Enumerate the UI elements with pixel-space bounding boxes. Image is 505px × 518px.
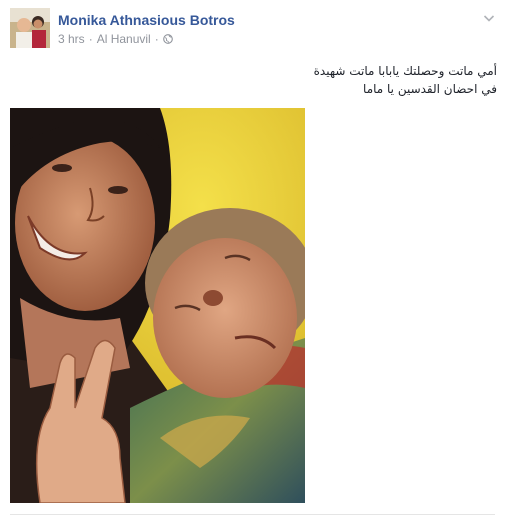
- facebook-post: Monika Athnasious Botros 3 hrs · Al Hanu…: [0, 0, 505, 518]
- author-avatar[interactable]: [10, 8, 50, 48]
- post-text-line-2: في احضان القدسين يا ماما: [363, 82, 497, 96]
- meta-separator-2: ·: [154, 32, 159, 46]
- post-location[interactable]: Al Hanuvil: [97, 32, 151, 46]
- post-timestamp[interactable]: 3 hrs: [58, 32, 85, 46]
- author-name-link[interactable]: Monika Athnasious Botros: [58, 12, 235, 28]
- post-text: أمي ماتت وحصلتك يابابا ماتت شهيدة في احض…: [314, 62, 497, 98]
- avatar-image: [10, 8, 50, 48]
- chevron-down-icon[interactable]: [481, 10, 497, 26]
- meta-separator: ·: [88, 32, 93, 46]
- selfie-photo-image: [10, 108, 305, 503]
- post-photo[interactable]: [10, 108, 305, 503]
- post-text-line-1: أمي ماتت وحصلتك يابابا ماتت شهيدة: [313, 64, 497, 78]
- post-meta: 3 hrs · Al Hanuvil ·: [58, 32, 173, 46]
- post-divider: [10, 514, 495, 515]
- globe-icon[interactable]: [162, 34, 173, 44]
